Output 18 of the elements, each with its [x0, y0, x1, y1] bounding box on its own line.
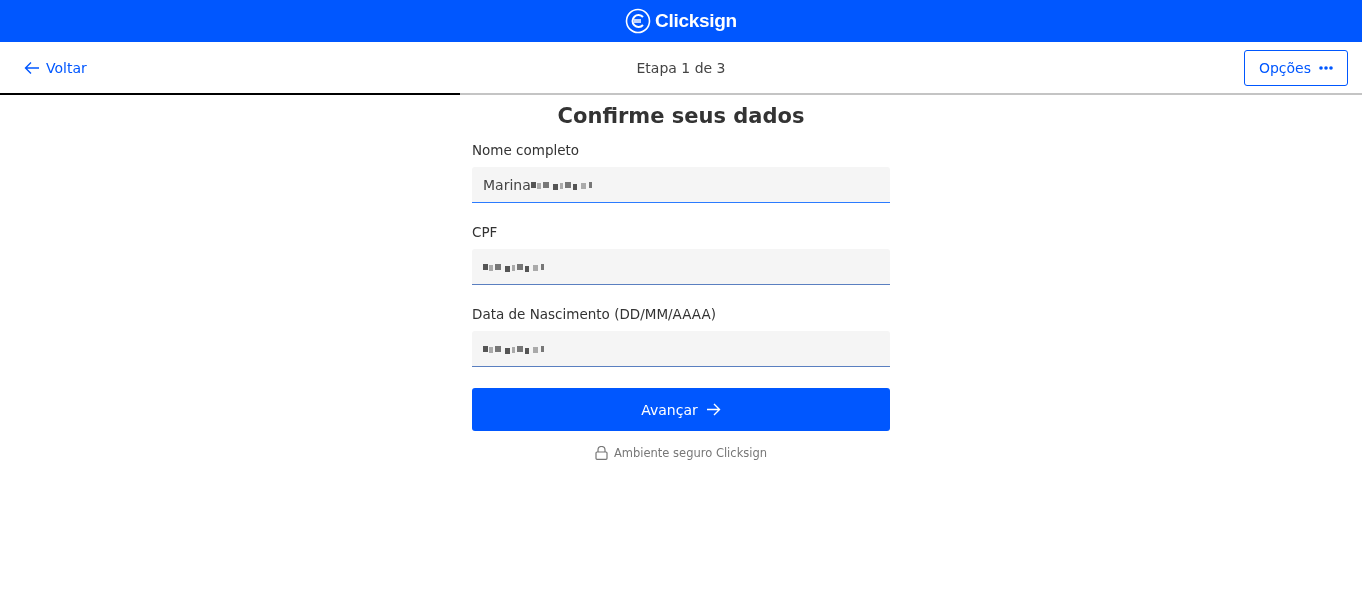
logo-icon	[625, 8, 652, 34]
options-button[interactable]: Opções	[1243, 49, 1348, 86]
arrow-left-icon	[24, 60, 40, 75]
arrow-right-icon	[705, 403, 721, 416]
secure-note: Ambiente seguro Clicksign	[613, 446, 768, 460]
field-label: CPF	[472, 224, 499, 240]
field-label: Data de Nascimento (DD/MM/AAAA)	[472, 306, 717, 322]
input-field[interactable]	[472, 331, 890, 367]
back-link[interactable]: Voltar	[24, 59, 87, 76]
field-label: Nome completo	[472, 142, 581, 158]
form-title: Confirme seus dados	[556, 104, 806, 128]
lock-icon	[594, 446, 608, 460]
input-field[interactable]	[472, 249, 890, 285]
step-indicator: Etapa 1 de 3	[636, 59, 726, 76]
submit-button[interactable]: Avançar	[472, 388, 890, 431]
more-icon	[1319, 65, 1333, 70]
brand-name: Clicksign	[655, 10, 737, 32]
input-field[interactable]: Marina	[472, 167, 890, 203]
